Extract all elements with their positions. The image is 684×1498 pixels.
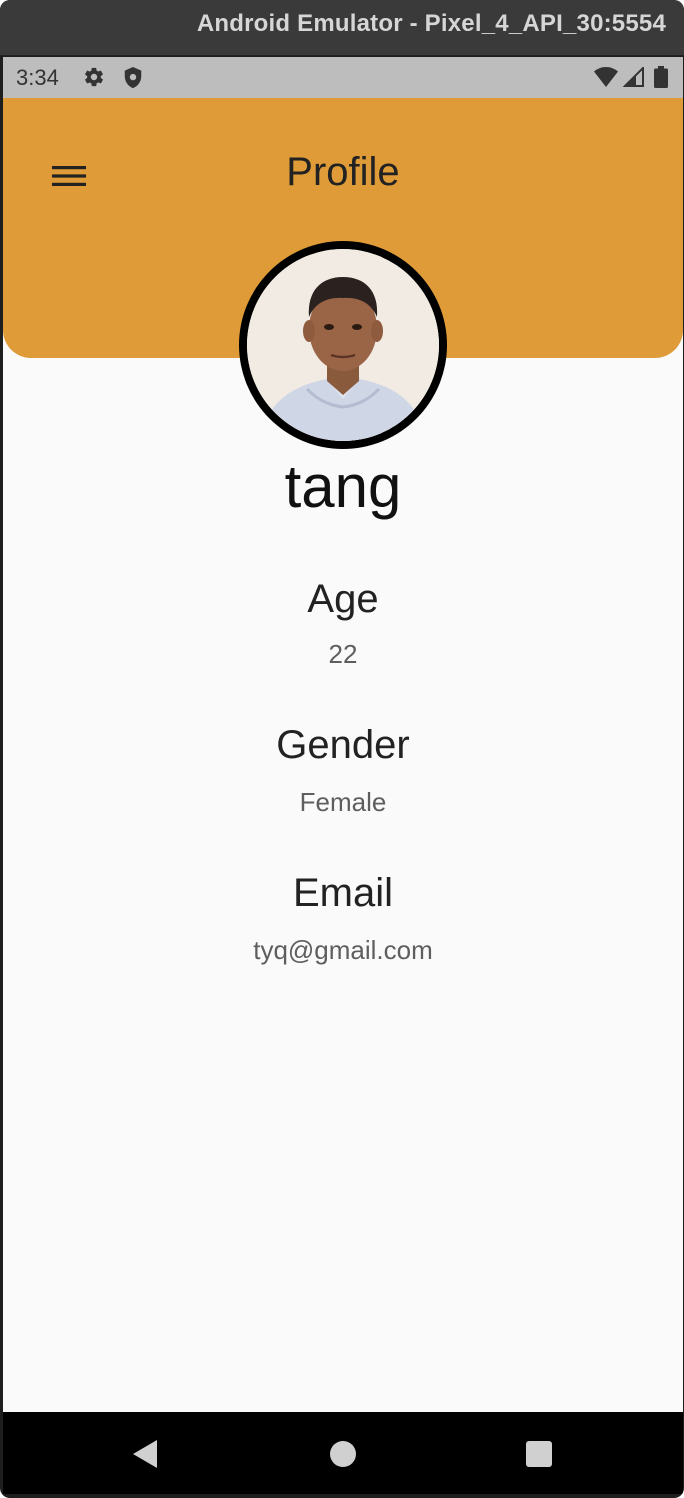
signal-icon: [622, 65, 645, 92]
page-title: Profile: [286, 150, 400, 194]
window-titlebar: Android Emulator - Pixel_4_API_30:5554: [0, 0, 684, 56]
email-value: tyq@gmail.com: [253, 935, 433, 965]
window-title: Android Emulator - Pixel_4_API_30:5554: [196, 10, 666, 37]
wifi-icon: [594, 67, 618, 92]
status-bar: 3:34: [3, 57, 683, 98]
profile-name: tang: [284, 453, 402, 520]
system-nav-bar: [3, 1412, 683, 1494]
home-icon[interactable]: [325, 1436, 361, 1472]
status-time: 3:34: [16, 65, 59, 90]
email-label: Email: [292, 871, 394, 915]
age-value: 22: [328, 639, 358, 669]
phone-screen: 3:34 Profile tang Age 22 Gender Female E…: [3, 57, 683, 1494]
profile-photo: [247, 249, 439, 441]
gear-icon: [83, 66, 105, 93]
gender-value: Female: [299, 787, 387, 817]
battery-icon: [654, 66, 668, 93]
recents-icon[interactable]: [521, 1436, 557, 1472]
shield-icon: [122, 66, 144, 95]
age-label: Age: [307, 577, 379, 621]
emulator-window: Android Emulator - Pixel_4_API_30:5554 3…: [0, 0, 684, 1498]
gender-label: Gender: [276, 723, 410, 767]
back-icon[interactable]: [127, 1436, 163, 1472]
avatar: [239, 241, 447, 449]
